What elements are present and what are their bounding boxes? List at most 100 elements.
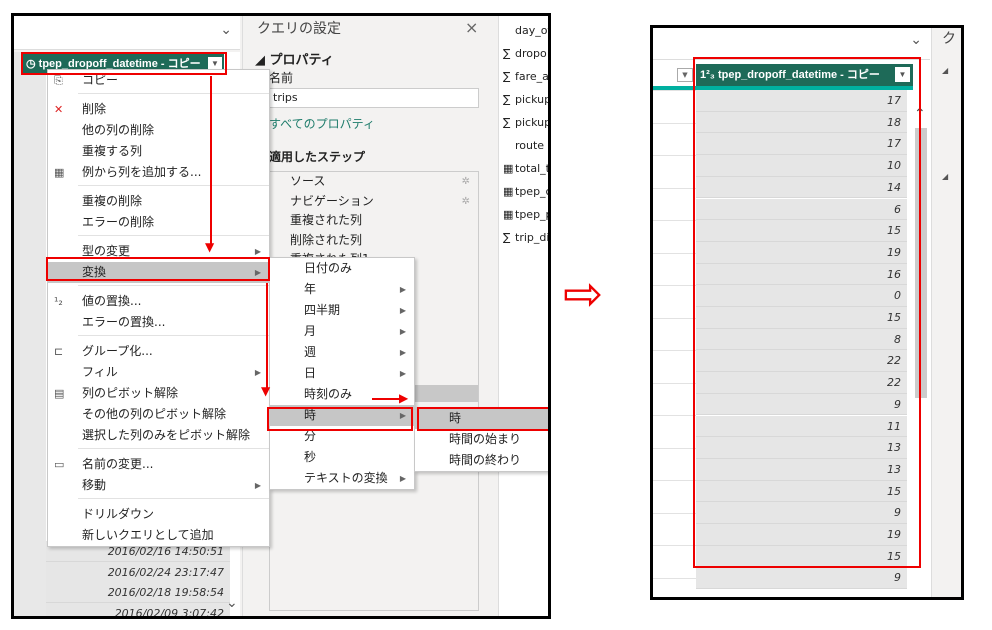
vertical-scrollbar[interactable] [915, 128, 927, 398]
menu-item[interactable]: 変換 ▶ [48, 262, 269, 283]
query-settings-pane: ク ◢ ◢ [931, 28, 961, 597]
gear-icon[interactable]: ✲ [462, 192, 470, 211]
menu-item[interactable]: 週 ▶ [270, 342, 414, 363]
field-item[interactable]: day_of [499, 19, 548, 42]
table-cell[interactable]: 0 [696, 285, 907, 307]
grid-row-line [653, 90, 696, 91]
table-cell[interactable]: 22 [696, 350, 907, 373]
menu-item[interactable]: ▭ 名前の変更... [48, 454, 269, 475]
table-cell[interactable]: 13 [696, 458, 907, 481]
scroll-up-icon[interactable]: ⌃ [914, 106, 926, 122]
menu-item[interactable]: 時 [415, 408, 548, 429]
menu-item[interactable]: ▤ 列のピボット解除 [48, 383, 269, 404]
table-cell[interactable]: 6 [696, 198, 907, 221]
menu-item[interactable]: 型の変更 ▶ [48, 241, 269, 262]
applied-step[interactable]: 重複された列 [270, 211, 478, 231]
menu-item[interactable]: 四半期 ▶ [270, 300, 414, 321]
field-item[interactable]: ∑ fare_a [499, 65, 548, 88]
all-properties-link[interactable]: すべてのプロパティ [269, 115, 375, 132]
grid-row-line [653, 122, 696, 124]
menu-item[interactable]: テキストの変換 ▶ [270, 468, 414, 489]
field-item[interactable]: ∑ trip_di [499, 226, 548, 249]
menu-item[interactable]: 時刻のみ [270, 384, 414, 405]
menu-item[interactable]: その他の列のピボット解除 [48, 404, 269, 425]
table-cell[interactable]: 16 [696, 263, 907, 286]
menu-item[interactable]: 重複の削除 [48, 191, 269, 212]
table-cell[interactable]: 13 [696, 437, 907, 459]
field-item[interactable]: ▦ total_t [499, 157, 548, 180]
table-cell[interactable]: 22 [696, 372, 907, 394]
menu-item-label: 秒 [304, 450, 317, 464]
menu-item-label: コピー [82, 73, 119, 87]
field-item[interactable]: ▦ tpep_p [499, 203, 548, 226]
table-cell[interactable]: 17 [696, 90, 907, 112]
table-cell[interactable]: 19 [696, 241, 907, 264]
menu-item[interactable]: フィル ▶ [48, 362, 269, 383]
menu-item-label: 削除 [82, 102, 107, 116]
table-cell[interactable]: 2016/02/09 3:07:42 [46, 602, 230, 616]
menu-item[interactable]: 他の列の削除 [48, 120, 269, 141]
menu-item[interactable]: 秒 [270, 447, 414, 468]
menu-item[interactable]: エラーの置換... [48, 312, 269, 333]
table-cell[interactable]: 10 [696, 155, 907, 177]
menu-item-label: 変換 [82, 265, 107, 279]
table-cell[interactable]: 18 [696, 111, 907, 134]
menu-item[interactable]: 時 ▶ [270, 405, 414, 426]
menu-item[interactable]: 分 [270, 426, 414, 447]
menu-item[interactable]: エラーの削除 [48, 212, 269, 233]
sigma-icon: ∑ [503, 93, 511, 106]
table-cell[interactable]: 9 [696, 393, 907, 416]
table-cell[interactable]: 17 [696, 133, 907, 156]
table-cell[interactable]: 8 [696, 328, 907, 351]
menu-item[interactable]: ドリルダウン [48, 504, 269, 525]
applied-step[interactable]: ソース ✲ [270, 172, 478, 192]
menu-item[interactable]: 日 ▶ [270, 363, 414, 384]
field-item[interactable]: ▦ tpep_c [499, 180, 548, 203]
table-cell[interactable]: 19 [696, 524, 907, 546]
menu-item[interactable]: 年 ▶ [270, 279, 414, 300]
menu-item[interactable]: 時間の終わり [415, 450, 548, 471]
field-item[interactable]: ∑ dropo [499, 42, 548, 65]
table-cell[interactable]: 15 [696, 307, 907, 329]
table-cell[interactable]: 2016/02/24 23:17:47 [46, 561, 230, 583]
menu-item[interactable]: ⊏ グループ化... [48, 341, 269, 362]
menu-item[interactable]: ¹₂ 値の置換... [48, 291, 269, 312]
field-item[interactable]: ∑ pickup [499, 88, 548, 111]
table-cell[interactable]: 15 [696, 545, 907, 568]
table-cell[interactable]: 14 [696, 176, 907, 199]
menu-item[interactable]: 移動 ▶ [48, 475, 269, 496]
chevron-down-icon[interactable]: ⌄ [910, 32, 922, 48]
close-icon[interactable]: × [465, 18, 478, 37]
table-cell[interactable]: 15 [696, 220, 907, 242]
table-cell[interactable]: 2016/02/18 19:58:54 [46, 582, 230, 603]
menu-item[interactable]: 重複する列 [48, 141, 269, 162]
column-from-examples-icon: ▦ [54, 166, 65, 179]
menu-item[interactable]: ▦ 例から列を追加する... [48, 162, 269, 183]
arrow-head-icon: ▶ [399, 391, 409, 405]
field-item[interactable]: ∑ pickup [499, 111, 548, 134]
menu-item[interactable]: ✕ 削除 [48, 99, 269, 120]
chevron-down-icon[interactable]: ⌄ [220, 22, 232, 38]
scroll-down-icon[interactable]: ⌄ [226, 595, 238, 611]
applied-step[interactable]: ナビゲーション ✲ [270, 192, 478, 212]
column-dropdown-button[interactable]: ▼ [895, 67, 910, 82]
table-cell[interactable]: 9 [696, 567, 907, 590]
prev-column-dropdown[interactable]: ▼ [677, 68, 693, 82]
grid-row-line [653, 350, 696, 351]
applied-step[interactable]: 削除された列 [270, 231, 478, 251]
menu-item[interactable]: 新しいクエリとして追加 [48, 525, 269, 546]
field-item[interactable]: route [499, 134, 548, 157]
menu-item[interactable]: 選択した列のみをピボット解除 [48, 425, 269, 446]
after-screenshot: ⌄ ク ◢ ◢ ▼ 17 18 17 10 14 6 15 19 16 0 15 8 22 22 9 11 13… [650, 25, 964, 600]
table-cell[interactable]: 9 [696, 502, 907, 524]
menu-item-label: 値の置換... [82, 294, 142, 308]
menu-item[interactable]: 時間の始まり [415, 429, 548, 450]
table-cell[interactable]: 11 [696, 415, 907, 438]
menu-item[interactable]: ⎘ コピー [48, 70, 269, 91]
query-name-input[interactable]: trips [269, 88, 479, 108]
menu-item[interactable]: 月 ▶ [270, 321, 414, 342]
gear-icon[interactable]: ✲ [462, 172, 470, 191]
table-cell[interactable]: 15 [696, 480, 907, 503]
column-header[interactable]: 1²₃ tpep_dropoff_datetime - コピー ▼ [696, 64, 913, 86]
menu-item[interactable]: 日付のみ [270, 258, 414, 279]
